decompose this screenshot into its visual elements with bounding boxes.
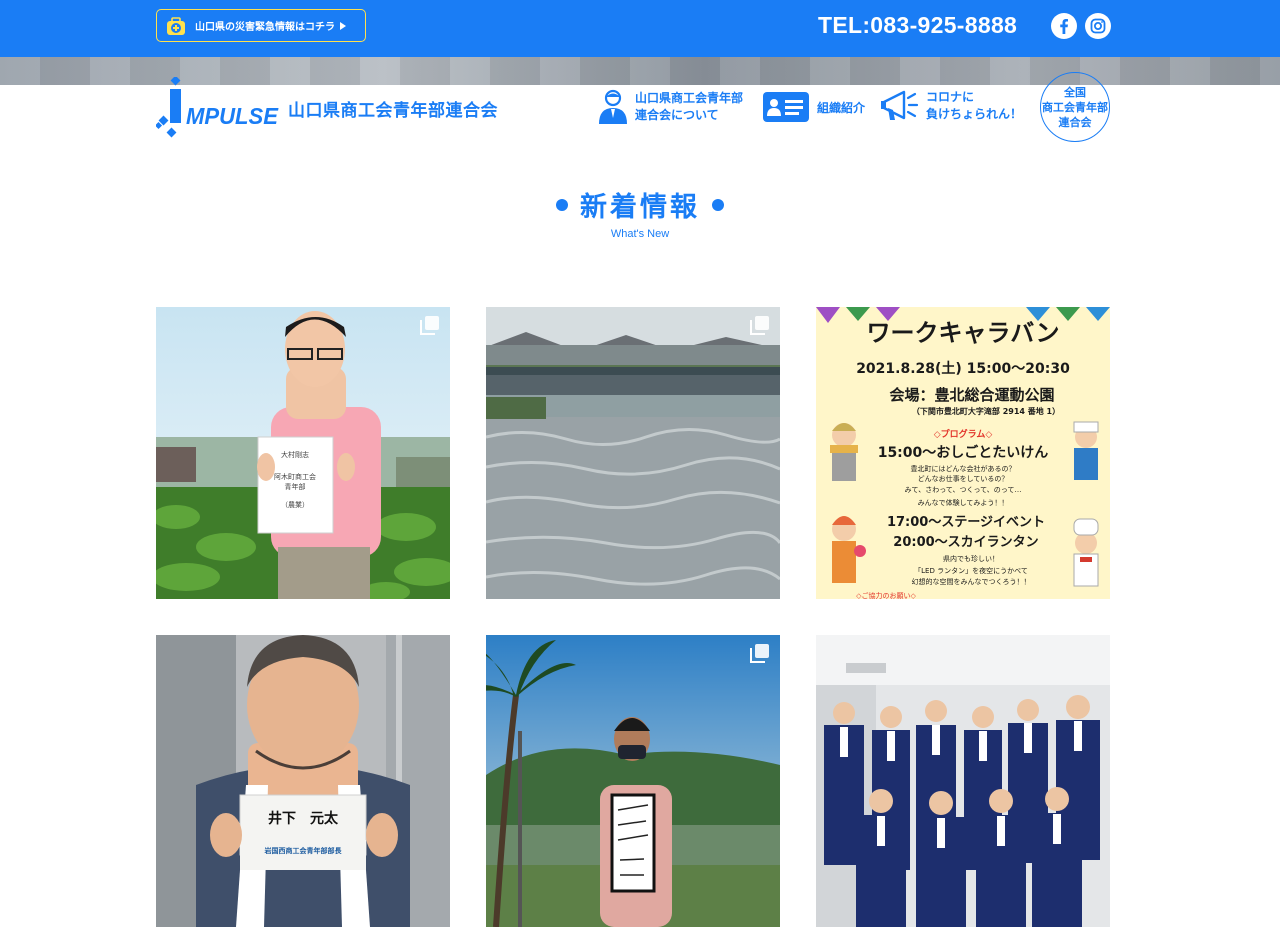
flyer-footer-note: ◇ご協力のお願い◇: [856, 591, 916, 599]
flyer-illustration-chef-top: [1073, 421, 1099, 480]
svg-text:MPULSE: MPULSE: [186, 103, 279, 129]
flyer-date: 2021.8.28(土) 15:00〜20:30: [856, 360, 1070, 377]
flyer-program-label: ◇プログラム◇: [934, 428, 993, 440]
flyer-venue: 会場：豊北総合運動公園: [889, 386, 1054, 404]
flyer-program-2: 17:00〜ステージイベント: [887, 515, 1045, 530]
sign-text-1: 大村剛志: [281, 450, 309, 459]
facebook-icon[interactable]: [1051, 13, 1077, 39]
sign-text-3: 青年部: [285, 482, 306, 491]
nav-about-line2: 連合会について: [635, 108, 719, 122]
nav-national-line2: 商工会青年部: [1042, 100, 1108, 114]
flyer-program-1-desc2: どんなお仕事をしているの？: [918, 474, 1009, 483]
news-section-heading: 新着情報 What's New: [0, 185, 1280, 240]
megaphone-icon: [881, 90, 919, 120]
post-flyer-work-caravan: ワークキャラバン 2021.8.28(土) 15:00〜20:30 会場：豊北総…: [816, 307, 1110, 599]
instagram-post[interactable]: 大村剛志 阿木町商工会 青年部 （農業）: [156, 307, 450, 599]
first-aid-kit-icon: [167, 16, 185, 35]
multiple-photos-icon: [750, 644, 769, 663]
news-title: 新着情報: [580, 192, 700, 223]
nav-organization[interactable]: 組織紹介: [763, 92, 865, 122]
instagram-post[interactable]: [486, 635, 780, 927]
instagram-post[interactable]: [486, 307, 780, 599]
flyer-program-1-desc3: みて、さわって、つくって、のって…: [905, 486, 1022, 494]
flyer-program-3-desc2: 「LED ランタン」を夜空にうかべて: [914, 566, 1028, 575]
flyer-program-3: 20:00〜スカイランタン: [893, 535, 1038, 550]
sign-text-4: （農業）: [281, 500, 309, 509]
person-icon: [599, 89, 627, 124]
multiple-photos-icon: [750, 316, 769, 335]
news-subtitle: What's New: [610, 228, 670, 240]
heading-dot-left: [556, 198, 568, 211]
flyer-illustration-worker: [830, 423, 858, 481]
sign-role: 岩国西商工会青年部部長: [264, 846, 343, 855]
phone-number[interactable]: TEL:083-925-8888: [818, 12, 1017, 39]
sign-text-2: 阿木町商工会: [274, 472, 316, 481]
flyer-title: ワークキャラバン: [867, 319, 1060, 347]
nav-org-label: 組織紹介: [817, 100, 866, 115]
org-name[interactable]: 山口県商工会青年部連合会: [288, 96, 498, 121]
disaster-alert-label: 山口県の災害緊急情報はコチラ: [195, 22, 335, 33]
post-photo-farmer: 大村剛志 阿木町商工会 青年部 （農業）: [156, 307, 450, 599]
flyer-program-1-desc1: 豊北町にはどんな会社があるの？: [911, 464, 1016, 473]
nav-about-line1: 山口県商工会青年部: [635, 91, 744, 105]
instagram-post[interactable]: [816, 635, 1110, 927]
multiple-photos-icon: [420, 316, 439, 335]
flyer-address: （下関市豊北町大字滝部 2914 番地 1）: [912, 406, 1060, 416]
flyer-program-1: 15:00〜おしごとたいけん: [878, 444, 1049, 461]
post-photo-member-sign: 井下 元太 岩国西商工会青年部部長: [156, 635, 450, 927]
sign-name: 井下 元太: [268, 810, 339, 827]
nav-national-line3: 連合会: [1058, 115, 1092, 129]
disaster-alert-button[interactable]: 山口県の災害緊急情報はコチラ: [156, 9, 366, 42]
post-photo-flooded-river: [486, 307, 780, 599]
impulse-logo[interactable]: MPULSE: [156, 77, 280, 139]
flyer-program-1-desc4: みんなで体験してみよう！！: [918, 498, 1009, 507]
instagram-post[interactable]: 井下 元太 岩国西商工会青年部部長: [156, 635, 450, 927]
flyer-program-3-desc1: 県内でも珍しい！: [943, 554, 999, 563]
nav-about[interactable]: 山口県商工会青年部 連合会について: [597, 88, 750, 126]
post-photo-group: [816, 635, 1110, 927]
post-photo-beach-sign: [486, 635, 780, 927]
top-bar: 山口県の災害緊急情報はコチラ TEL:083-925-8888: [0, 0, 1280, 57]
heading-dot-right: [712, 198, 724, 211]
instagram-icon[interactable]: [1085, 13, 1111, 39]
nav-corona[interactable]: コロナに 負けちょられん！: [880, 88, 1026, 124]
flyer-program-3-desc3: 幻想的な空間をみんなでつくろう！！: [912, 577, 1031, 586]
nav-corona-line1: コロナに: [926, 90, 975, 104]
nav-corona-line2: 負けちょられん！: [926, 107, 1023, 121]
id-card-icon: [763, 92, 809, 122]
nav-national-line1: 全国: [1064, 85, 1086, 99]
nav-national-federation[interactable]: 全国 商工会青年部 連合会: [1040, 72, 1110, 142]
arrow-right-icon: [340, 21, 346, 30]
instagram-post[interactable]: ワークキャラバン 2021.8.28(土) 15:00〜20:30 会場：豊北総…: [816, 307, 1110, 599]
